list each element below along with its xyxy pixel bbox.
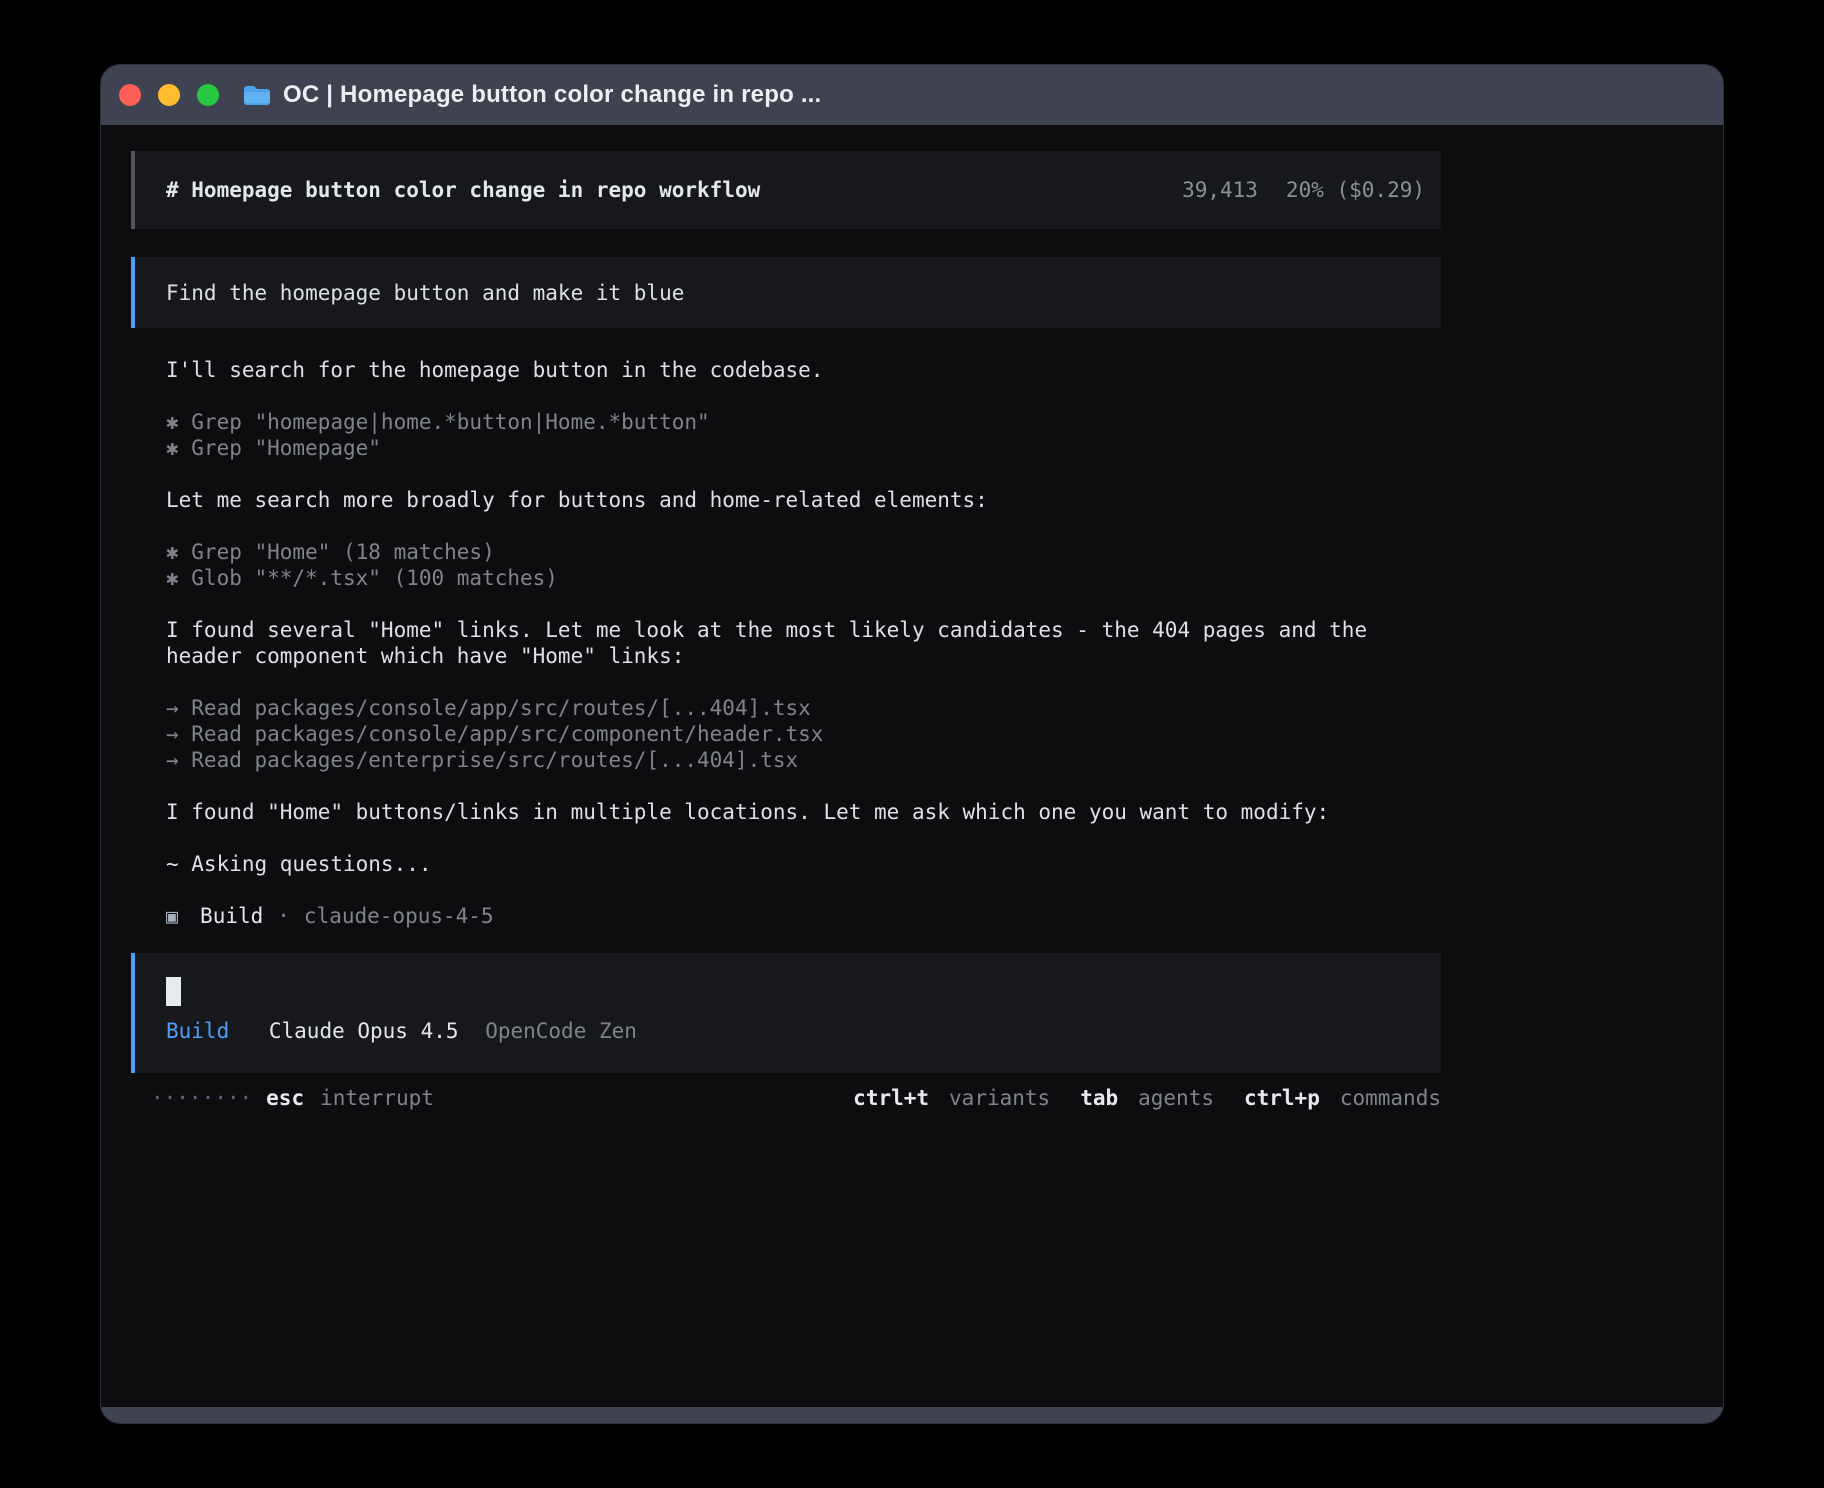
shortcut-key: ctrl+t (853, 1085, 929, 1111)
shortcut-key: ctrl+p (1244, 1085, 1320, 1111)
assistant-text: I found "Home" buttons/links in multiple… (166, 799, 1441, 825)
window-bottom-edge (101, 1407, 1723, 1423)
provider-label: OpenCode Zen (485, 1019, 637, 1043)
session-meta: 39,413 20% ($0.29) (1182, 177, 1425, 203)
session-title: # Homepage button color change in repo w… (166, 177, 760, 203)
agent-separator: · (277, 903, 290, 929)
status-text: ~ Asking questions... (166, 851, 1441, 877)
close-button[interactable] (119, 84, 141, 106)
assistant-text-line: I found several "Home" links. Let me loo… (166, 617, 1441, 643)
assistant-text-line: I found "Home" buttons/links in multiple… (166, 799, 1441, 825)
terminal-window: OC | Homepage button color change in rep… (100, 64, 1724, 1424)
prompt-input[interactable]: Build Claude Opus 4.5 OpenCode Zen (131, 953, 1441, 1073)
assistant-text: I'll search for the homepage button in t… (166, 357, 1441, 383)
assistant-text: Let me search more broadly for buttons a… (166, 487, 1441, 513)
shortcut-interrupt: esc interrupt (266, 1085, 434, 1111)
agent-name: Build (200, 903, 263, 929)
agent-icon: ▣ (166, 903, 178, 929)
input-mode-line: Build Claude Opus 4.5 OpenCode Zen (166, 1018, 1441, 1044)
tool-calls: → Read packages/console/app/src/routes/[… (166, 695, 1441, 773)
shortcut-agents: tab agents (1080, 1085, 1214, 1111)
assistant-text-line: Let me search more broadly for buttons a… (166, 487, 1441, 513)
shortcut-group: ctrl+t variants tab agents ctrl+p comman… (853, 1085, 1441, 1111)
token-count: 39,413 (1182, 177, 1258, 203)
tool-call-line: → Read packages/console/app/src/routes/[… (166, 695, 1441, 721)
status-line: ~ Asking questions... (166, 851, 1441, 877)
tool-call-line: ✱ Glob "**/*.tsx" (100 matches) (166, 565, 1441, 591)
shortcut-commands: ctrl+p commands (1244, 1085, 1441, 1111)
session-header: # Homepage button color change in repo w… (131, 151, 1441, 229)
tool-calls: ✱ Grep "Home" (18 matches) ✱ Glob "**/*.… (166, 539, 1441, 591)
folder-icon (243, 84, 271, 106)
agent-model: claude-opus-4-5 (304, 903, 494, 929)
shortcut-label: interrupt (320, 1085, 434, 1111)
mode-label: Build (166, 1019, 229, 1043)
status-bar: ········ esc interrupt ctrl+t variants t… (131, 1085, 1441, 1111)
window-title: OC | Homepage button color change in rep… (283, 81, 821, 109)
conversation: I'll search for the homepage button in t… (131, 357, 1441, 929)
user-message-text: Find the homepage button and make it blu… (166, 280, 684, 306)
minimize-button[interactable] (158, 84, 180, 106)
model-label: Claude Opus 4.5 (269, 1019, 459, 1043)
shortcut-label: variants (949, 1085, 1050, 1111)
assistant-text-line: I'll search for the homepage button in t… (166, 357, 1441, 383)
tool-call-line: ✱ Grep "Home" (18 matches) (166, 539, 1441, 565)
shortcut-variants: ctrl+t variants (853, 1085, 1050, 1111)
tool-call-line: → Read packages/enterprise/src/routes/[.… (166, 747, 1441, 773)
window-titlebar[interactable]: OC | Homepage button color change in rep… (101, 65, 1723, 125)
tool-call-line: → Read packages/console/app/src/componen… (166, 721, 1441, 747)
shortcut-label: commands (1340, 1085, 1441, 1111)
tool-call-line: ✱ Grep "homepage|home.*button|Home.*butt… (166, 409, 1441, 435)
assistant-text: I found several "Home" links. Let me loo… (166, 617, 1441, 669)
text-cursor (166, 977, 181, 1006)
tool-calls: ✱ Grep "homepage|home.*button|Home.*butt… (166, 409, 1441, 461)
tool-call-line: ✱ Grep "Homepage" (166, 435, 1441, 461)
user-message: Find the homepage button and make it blu… (131, 257, 1441, 328)
agent-status: ▣ Build · claude-opus-4-5 (166, 903, 1441, 929)
shortcut-key: tab (1080, 1085, 1118, 1111)
assistant-text-line: header component which have "Home" links… (166, 643, 1441, 669)
terminal-content: # Homepage button color change in repo w… (101, 125, 1723, 1407)
shortcut-label: agents (1138, 1085, 1214, 1111)
context-usage: 20% ($0.29) (1286, 177, 1425, 203)
progress-dots: ········ (151, 1085, 252, 1111)
traffic-lights (119, 84, 219, 106)
zoom-button[interactable] (197, 84, 219, 106)
shortcut-key: esc (266, 1085, 304, 1111)
